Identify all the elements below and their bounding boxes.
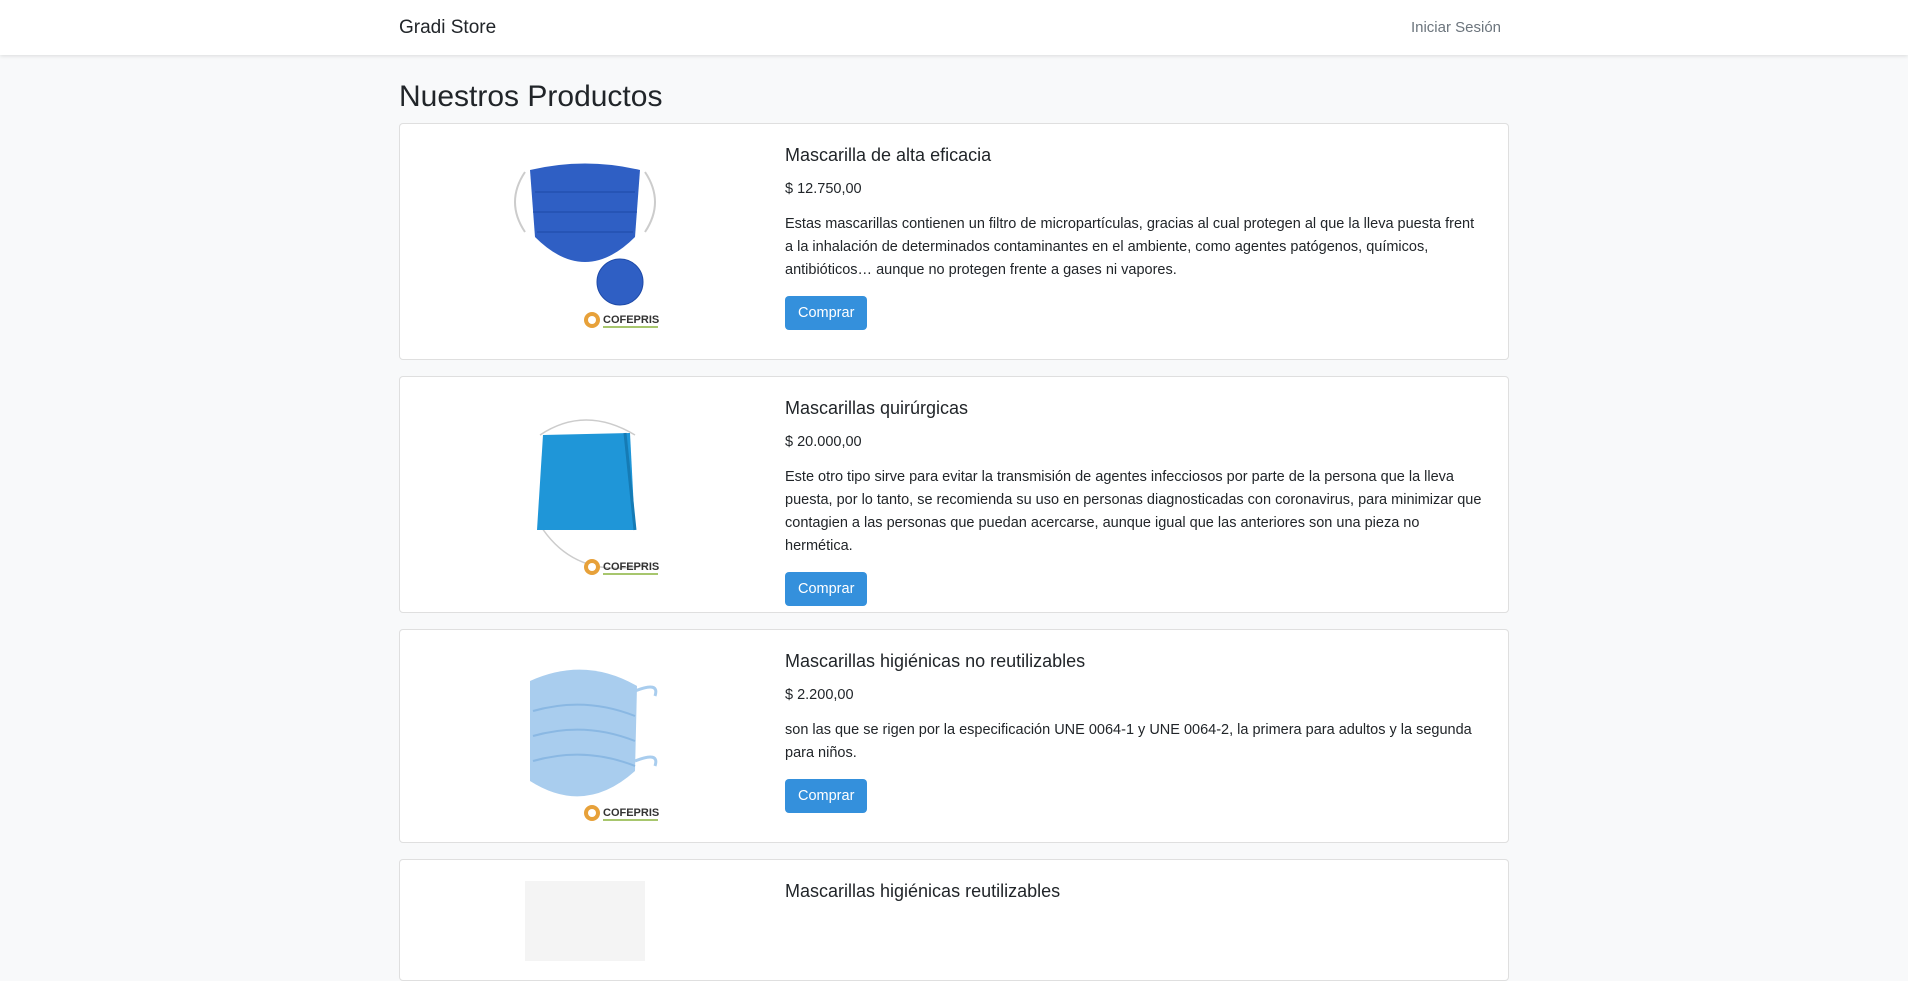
product-price: $ 2.200,00 [785,687,854,704]
product-body: Mascarillas quirúrgicas $ 20.000,00 Este… [770,377,1508,612]
product-description: Este otro tipo sirve para evitar la tran… [785,469,1482,555]
mask-shape [537,432,635,530]
mask-image [525,881,645,961]
cofepris-logo-text: COFEPRIS [603,561,659,573]
mask-image: COFEPRIS [514,163,659,328]
product-card: COFEPRIS Mascarilla de alta eficacia $ 1… [399,123,1509,360]
product-card: COFEPRIS Mascarillas higiénicas no reuti… [399,629,1509,843]
product-title: Mascarillas higiénicas reutilizables [785,881,1061,901]
mask-image: COFEPRIS [530,669,659,821]
product-title: Mascarilla de alta eficacia [785,145,992,165]
page-title: Nuestros Productos [399,80,663,113]
navbar: Gradi Store Iniciar Sesión [0,0,1908,55]
product-image: COFEPRIS [400,124,770,359]
login-link[interactable]: Iniciar Sesión [1411,19,1501,36]
product-description: son las que se rigen por la especificaci… [785,722,1472,762]
product-image: COFEPRIS [400,630,770,842]
buy-button[interactable]: Comprar [785,572,868,607]
cofepris-logo-text: COFEPRIS [603,314,659,326]
mask-image: COFEPRIS [537,418,659,575]
product-image [400,860,770,980]
brand-link[interactable]: Gradi Store [399,17,496,39]
product-price: $ 12.750,00 [785,181,862,198]
product-body: Mascarillas higiénicas reutilizables [770,860,1508,980]
product-description: Estas mascarillas contienen un filtro de… [785,216,1475,279]
cofepris-logo-text: COFEPRIS [603,807,659,819]
buy-button[interactable]: Comprar [785,296,868,331]
buy-button[interactable]: Comprar [785,779,868,814]
product-image: COFEPRIS [400,377,770,612]
product-body: Mascarilla de alta eficacia $ 12.750,00 … [770,124,1508,359]
product-title: Mascarillas quirúrgicas [785,398,969,418]
product-card: Mascarillas higiénicas reutilizables [399,859,1509,981]
product-price: $ 20.000,00 [785,434,862,451]
mask-shape [525,881,645,961]
product-body: Mascarillas higiénicas no reutilizables … [770,630,1508,842]
product-title: Mascarillas higiénicas no reutilizables [785,651,1086,671]
product-card: COFEPRIS Mascarillas quirúrgicas $ 20.00… [399,376,1509,613]
main-container: Nuestros Productos COFEPRIS Mascarilla d… [399,79,1509,981]
